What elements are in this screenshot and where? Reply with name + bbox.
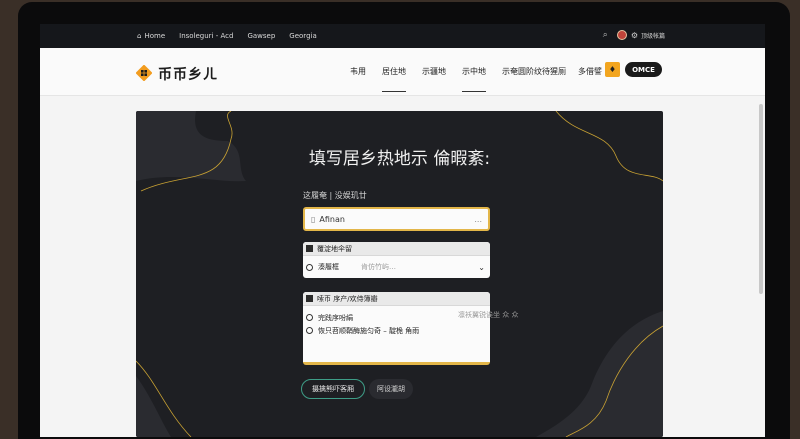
main-nav: 韦用 居住地 示疆地 示中地 示奄圆 <box>350 66 542 92</box>
side-note: 凛袄翼锐诶坐 众 众 <box>458 311 519 319</box>
select-hint: 肯仿竹屿… <box>361 263 396 271</box>
radio-button[interactable] <box>306 314 313 321</box>
document-icon: ▯ <box>311 214 316 224</box>
topbar-link-3[interactable]: Gawsep <box>247 32 275 40</box>
form-title: 填写居乡热地示 倫暇紊: <box>308 149 491 169</box>
topbar-link-2[interactable]: Insoleguri - Acd <box>179 32 233 40</box>
secondary-button[interactable]: 阿设瀧胡 <box>369 379 413 399</box>
option-label: 恢只苕顺鞘酶施匀奇 – 靛桅 角雨 <box>318 326 420 335</box>
nav-item-3[interactable]: 示疆地 <box>422 66 446 92</box>
nav-item-5[interactable]: 示奄圆 <box>502 66 526 92</box>
screen: ⌂ Home Insoleguri - Acd Gawsep Georgia ⌕… <box>40 24 765 437</box>
bell-icon: ♦ <box>608 65 617 74</box>
topbar-link-home[interactable]: Home <box>144 32 165 40</box>
nav-item-4[interactable]: 示中地 <box>462 66 486 92</box>
chevron-down-icon[interactable]: ⌄ <box>478 263 485 272</box>
browser-top-bar: ⌂ Home Insoleguri - Acd Gawsep Georgia ⌕… <box>40 24 765 48</box>
logo-icon <box>136 65 152 81</box>
utility-nav: 阶纹待猩厕 多借譬 <box>526 66 614 77</box>
location-select[interactable]: 湊履框 肯仿竹屿… ⌄ <box>303 256 490 278</box>
home-icon[interactable]: ⌂ <box>137 32 141 40</box>
omce-button[interactable]: OMCE <box>625 62 662 77</box>
flag-icon <box>306 295 313 302</box>
nav-item-2[interactable]: 居住地 <box>382 66 406 92</box>
option-label: 完践序吩絹 <box>318 313 353 322</box>
logo-text[interactable]: 币币乡ㄦ <box>158 64 218 84</box>
utility-item-2[interactable]: 多借譬 <box>578 66 602 77</box>
topbar-link-4[interactable]: Georgia <box>289 32 316 40</box>
group-header: 嗦币 序产/欢侍簿瓣 <box>303 292 490 306</box>
radio-button[interactable] <box>306 327 313 334</box>
nav-item-1[interactable]: 韦用 <box>350 66 366 92</box>
flag-icon <box>306 245 313 252</box>
scrollbar[interactable] <box>759 104 763 294</box>
radio-option-2[interactable]: 恢只苕顺鞘酶施匀奇 – 靛桅 角雨 <box>303 324 490 337</box>
form-panel: 填写居乡热地示 倫暇紊: 这履奄 | 没娱玑廿 ▯ Afinan ... 覆淀地… <box>136 111 663 437</box>
input-value: Afinan <box>319 214 345 224</box>
option-label: 湊履框 <box>318 263 339 271</box>
group-header-label: 覆淀地伞留 <box>317 244 352 253</box>
name-input[interactable]: ▯ Afinan ... <box>303 207 490 231</box>
primary-button[interactable]: 摄擒熊吓客厢 <box>301 379 365 399</box>
topbar-right-tools: ⌕ ⚙ 顶级帐篇 <box>603 30 665 40</box>
field-label: 这履奄 | 没娱玑廿 <box>303 191 367 200</box>
gear-icon[interactable]: ⚙ <box>631 31 638 40</box>
search-icon[interactable]: ⌕ <box>603 30 608 40</box>
radio-button[interactable] <box>306 263 313 271</box>
more-icon[interactable]: ... <box>474 215 482 224</box>
utility-item-1[interactable]: 阶纹待猩厕 <box>526 66 566 77</box>
bell-button[interactable]: ♦ <box>605 62 620 77</box>
group-header: 覆淀地伞留 <box>303 242 490 256</box>
avatar[interactable] <box>616 30 627 40</box>
site-header: 币币乡ㄦ 韦用 居住地 示疆地 示中地 示奄圆 阶纹待猩厕 多借譬 ♦ OMCE <box>40 48 765 96</box>
account-label[interactable]: 顶级帐篇 <box>641 31 665 40</box>
location-group: 覆淀地伞留 湊履框 肯仿竹屿… ⌄ <box>303 242 490 278</box>
preference-group: 嗦币 序产/欢侍簿瓣 完践序吩絹 恢只苕顺鞘酶施匀奇 – 靛桅 角雨 <box>303 292 490 365</box>
group-header-label: 嗦币 序产/欢侍簿瓣 <box>317 294 378 303</box>
